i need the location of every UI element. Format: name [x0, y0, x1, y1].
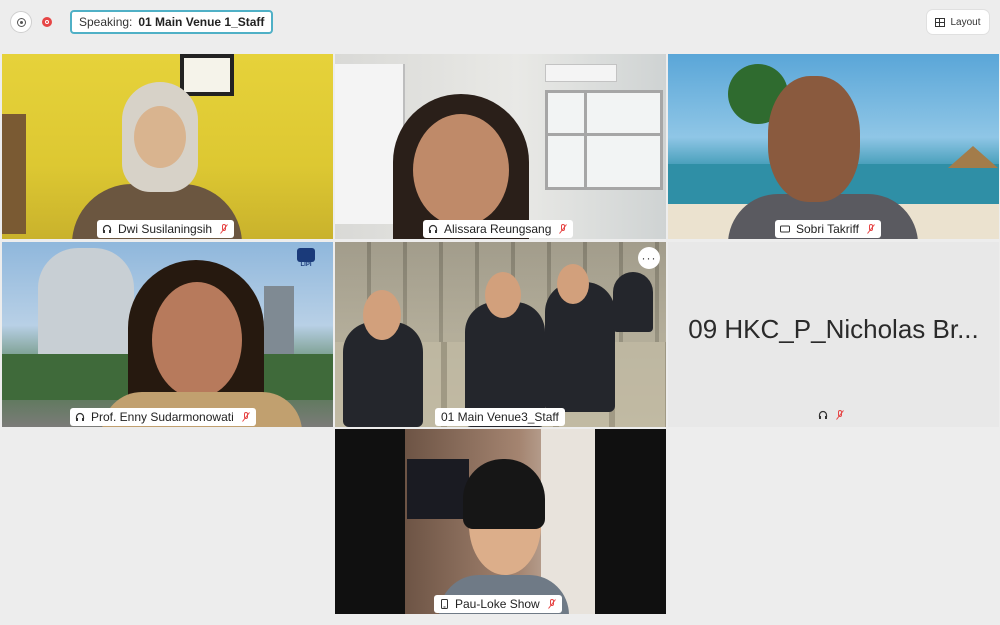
layout-button[interactable]: Layout	[927, 10, 989, 34]
participant-video	[363, 290, 401, 340]
headset-icon	[818, 410, 828, 419]
video-tile[interactable]: Sobri Takriff	[668, 54, 999, 239]
shelf	[2, 114, 26, 234]
participant-video	[485, 272, 521, 318]
mic-muted-icon	[867, 224, 875, 234]
participant-name: Dwi Susilaningsih	[118, 222, 213, 236]
participant-video	[413, 114, 509, 226]
layout-grid-icon	[935, 17, 946, 27]
speaking-label: Speaking:	[79, 15, 133, 29]
beach-umbrella	[948, 146, 998, 168]
speaking-name: 01 Main Venue 1_Staff	[138, 15, 265, 29]
speaking-indicator: Speaking: 01 Main Venue 1_Staff	[70, 10, 274, 34]
lipi-logo: LIPI	[293, 248, 319, 272]
video-tile[interactable]: LIPI Prof. Enny Sudarmonowati	[2, 242, 333, 427]
mic-muted-icon	[241, 412, 250, 422]
name-label: 01 Main Venue3_Staff	[435, 408, 565, 426]
mic-muted-icon	[836, 410, 844, 420]
headset-icon	[75, 412, 85, 422]
window	[545, 90, 663, 190]
status-icons	[818, 410, 844, 420]
phone-icon	[439, 599, 449, 609]
video-tile[interactable]: Dwi Susilaningsih	[2, 54, 333, 239]
participant-video	[152, 282, 242, 398]
participant-name: Sobri Takriff	[796, 222, 859, 236]
video-tile[interactable]: ··· 01 Main Venue3_Staff	[335, 242, 666, 427]
more-icon: ···	[641, 251, 657, 265]
video-tile[interactable]: Alissara Reungsang	[335, 54, 666, 239]
participant-video	[557, 264, 589, 304]
participant-name-large: 09 HKC_P_Nicholas Br...	[688, 314, 979, 344]
record-icon	[42, 17, 52, 27]
video-tile-camera-off[interactable]: 09 HKC_P_Nicholas Br...	[668, 242, 999, 427]
participant-name: Alissara Reungsang	[444, 222, 552, 236]
layout-label: Layout	[950, 16, 981, 28]
record-button[interactable]	[36, 11, 58, 33]
participant-video	[768, 76, 860, 202]
participant-video	[463, 459, 545, 529]
name-label: Alissara Reungsang	[423, 220, 574, 238]
name-label: Prof. Enny Sudarmonowati	[70, 408, 256, 426]
mic-muted-icon	[547, 599, 556, 609]
participant-name: Prof. Enny Sudarmonowati	[91, 410, 234, 424]
logo-text: LIPI	[300, 262, 312, 268]
headset-icon	[102, 224, 112, 234]
camera-icon	[780, 224, 790, 234]
participant-video	[134, 106, 186, 168]
participant-name: Pau-Loke Show	[455, 597, 540, 611]
wall-screen	[407, 459, 469, 519]
info-button[interactable]	[10, 11, 32, 33]
participant-video	[613, 272, 653, 332]
wall-frame	[180, 54, 234, 96]
mic-muted-icon	[559, 224, 568, 234]
headset-icon	[428, 224, 438, 234]
name-label: Pau-Loke Show	[434, 595, 562, 613]
more-options-button[interactable]: ···	[638, 247, 660, 269]
top-bar: Speaking: 01 Main Venue 1_Staff Layout	[0, 0, 1000, 48]
info-icon	[16, 17, 26, 27]
mic-muted-icon	[220, 224, 228, 234]
name-label: Dwi Susilaningsih	[97, 220, 235, 238]
participant-name: 01 Main Venue3_Staff	[441, 410, 559, 424]
video-tile[interactable]: Pau-Loke Show	[335, 429, 666, 614]
name-label: Sobri Takriff	[775, 220, 881, 238]
air-conditioner	[545, 64, 617, 82]
